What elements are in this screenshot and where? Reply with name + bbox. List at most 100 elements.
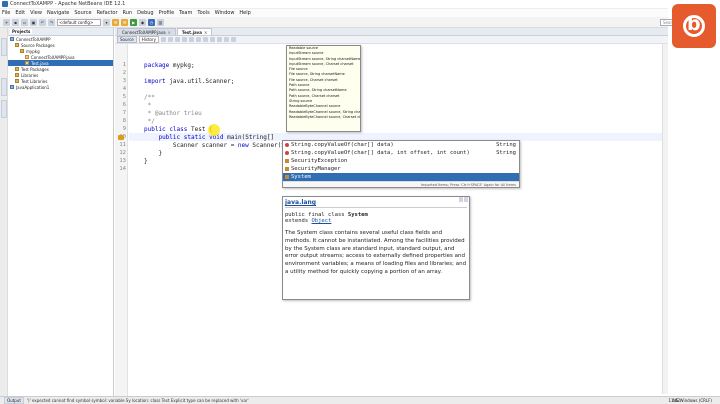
uncomment-icon[interactable]	[216, 37, 222, 42]
projects-tabs: Projects	[8, 28, 113, 36]
config-dropdown-icon[interactable]: ▾	[103, 18, 110, 26]
folder-icon	[15, 79, 19, 83]
completion-item[interactable]: String.copyValueOf(char[] data) String	[283, 141, 519, 149]
source-view-button[interactable]: Source	[117, 36, 137, 43]
method-icon	[285, 143, 289, 147]
projects-panel: Projects ConnectToXAMPP Source Packages my…	[8, 28, 114, 396]
run-icon[interactable]: ▶	[130, 18, 137, 26]
build-icon[interactable]: ⚒	[112, 18, 119, 26]
menu-window[interactable]: Window	[215, 10, 235, 16]
code-line: public class Test {	[144, 126, 213, 133]
close-icon[interactable]: ×	[204, 30, 207, 35]
output-tab[interactable]: Output	[4, 397, 24, 404]
shift-left-icon[interactable]	[195, 37, 201, 42]
back-icon[interactable]	[167, 37, 173, 42]
completion-item[interactable]: SecurityManager	[283, 165, 519, 173]
debug-icon[interactable]: ◆	[139, 18, 146, 26]
navigator-side-tab[interactable]	[1, 38, 7, 56]
completion-text: String.copyValueOf(char[] data)	[291, 142, 394, 148]
tab-test-java[interactable]: Test.java ×	[176, 28, 213, 35]
main-toolbar: + ▪ ▫ ▣ ↶ ↷ <default config> ▾ ⚒ ⚒ ▶ ◆ ◷…	[0, 17, 668, 28]
code-line: */	[144, 118, 155, 125]
tree-item-label: Test.java	[31, 60, 49, 66]
window-title: ConnectToXAMPP - Apache NetBeans IDE 12.…	[10, 1, 126, 7]
sig-extends: extends	[285, 218, 312, 224]
folder-icon	[15, 43, 19, 47]
undo-icon[interactable]: ↶	[39, 18, 46, 26]
profile-icon[interactable]: ◷	[148, 18, 155, 26]
new-project-icon[interactable]: ▪	[12, 18, 19, 26]
gc-icon[interactable]: ▥	[157, 18, 164, 26]
find-icon[interactable]	[181, 37, 187, 42]
menu-debug[interactable]: Debug	[137, 10, 153, 16]
line-number: 4	[122, 86, 126, 92]
completion-item[interactable]: String.copyValueOf(char[] data, int offs…	[283, 149, 519, 157]
macro-stop-icon[interactable]	[230, 37, 236, 42]
folder-icon	[15, 67, 19, 71]
menu-help[interactable]: Help	[239, 10, 250, 16]
completion-text: System	[291, 174, 311, 180]
menu-run[interactable]: Run	[123, 10, 133, 16]
menu-navigate[interactable]: Navigate	[47, 10, 69, 16]
completion-text: SecurityManager	[291, 166, 341, 172]
macro-record-icon[interactable]	[223, 37, 229, 42]
editor-scrollbar[interactable]	[662, 44, 668, 394]
line-number: 12	[119, 150, 126, 156]
tree-item[interactable]: JavaApplication1	[8, 84, 113, 90]
redo-icon[interactable]: ↷	[48, 18, 55, 26]
menu-refactor[interactable]: Refactor	[97, 10, 118, 16]
forward-icon[interactable]	[174, 37, 180, 42]
close-icon[interactable]: ×	[168, 30, 171, 35]
menu-profile[interactable]: Profile	[159, 10, 175, 16]
code-completion-popup: String.copyValueOf(char[] data) String Str…	[282, 140, 520, 188]
config-select[interactable]: <default config>	[57, 18, 101, 26]
line-number: 3	[122, 78, 126, 84]
history-view-button[interactable]: History	[138, 36, 159, 43]
menu-file[interactable]: File	[2, 10, 10, 16]
completion-item[interactable]: SecurityException	[283, 157, 519, 165]
open-project-icon[interactable]: ▫	[21, 18, 28, 26]
left-side-strip	[0, 28, 8, 396]
save-all-icon[interactable]: ▣	[30, 18, 37, 26]
last-edit-icon[interactable]	[160, 37, 166, 42]
status-bar: Output ')' expected cannot find symbol s…	[0, 396, 720, 404]
shift-right-icon[interactable]	[202, 37, 208, 42]
insert-mode: INS Windows (CRLF)	[671, 398, 712, 403]
javadoc-open-icon[interactable]	[464, 197, 468, 202]
method-icon	[285, 151, 289, 155]
line-number: 2	[122, 70, 126, 76]
javadoc-popup: java.lang public final class System exte…	[282, 196, 470, 300]
code-line: Scanner scanner = new Scanner(Sy	[144, 142, 289, 149]
clean-build-icon[interactable]: ⚒	[121, 18, 128, 26]
line-number: 5	[122, 94, 126, 100]
editor-toolbar: Source History	[115, 36, 668, 44]
comment-icon[interactable]	[209, 37, 215, 42]
javadoc-package[interactable]: java.lang	[285, 199, 467, 208]
menu-tools[interactable]: Tools	[197, 10, 209, 16]
line-number: 8	[122, 118, 126, 124]
code-line: * @author trieu	[144, 110, 202, 117]
warning-icon[interactable]	[118, 135, 124, 140]
menu-source[interactable]: Source	[74, 10, 91, 16]
line-number: 11	[119, 142, 126, 148]
menu-view[interactable]: View	[30, 10, 42, 16]
files-side-tab[interactable]	[1, 78, 7, 96]
tab-connecttoxampp-java[interactable]: ConnectToXAMPP.java ×	[117, 28, 176, 35]
line-number: 9	[122, 126, 126, 132]
new-file-icon[interactable]: +	[3, 18, 10, 26]
javadoc-back-icon[interactable]	[459, 197, 463, 202]
sig-extends-link[interactable]: Object	[312, 218, 332, 224]
menu-edit[interactable]: Edit	[15, 10, 25, 16]
tab-projects[interactable]: Projects	[10, 29, 33, 34]
tree-item-label: Source Packages	[21, 42, 55, 48]
code-line: import java.util.Scanner;	[144, 78, 235, 85]
tab-label: Test.java	[181, 29, 202, 35]
code-line: }	[144, 158, 148, 165]
completion-item[interactable]: System	[283, 173, 519, 181]
tree-item-label: ConnectToXAMPP	[16, 36, 51, 42]
services-side-tab[interactable]	[1, 100, 7, 118]
tree-item-label: Libraries	[21, 72, 39, 78]
mouse-cursor-highlight	[208, 124, 220, 136]
toggle-bookmark-icon[interactable]	[188, 37, 194, 42]
menu-team[interactable]: Team	[179, 10, 192, 16]
